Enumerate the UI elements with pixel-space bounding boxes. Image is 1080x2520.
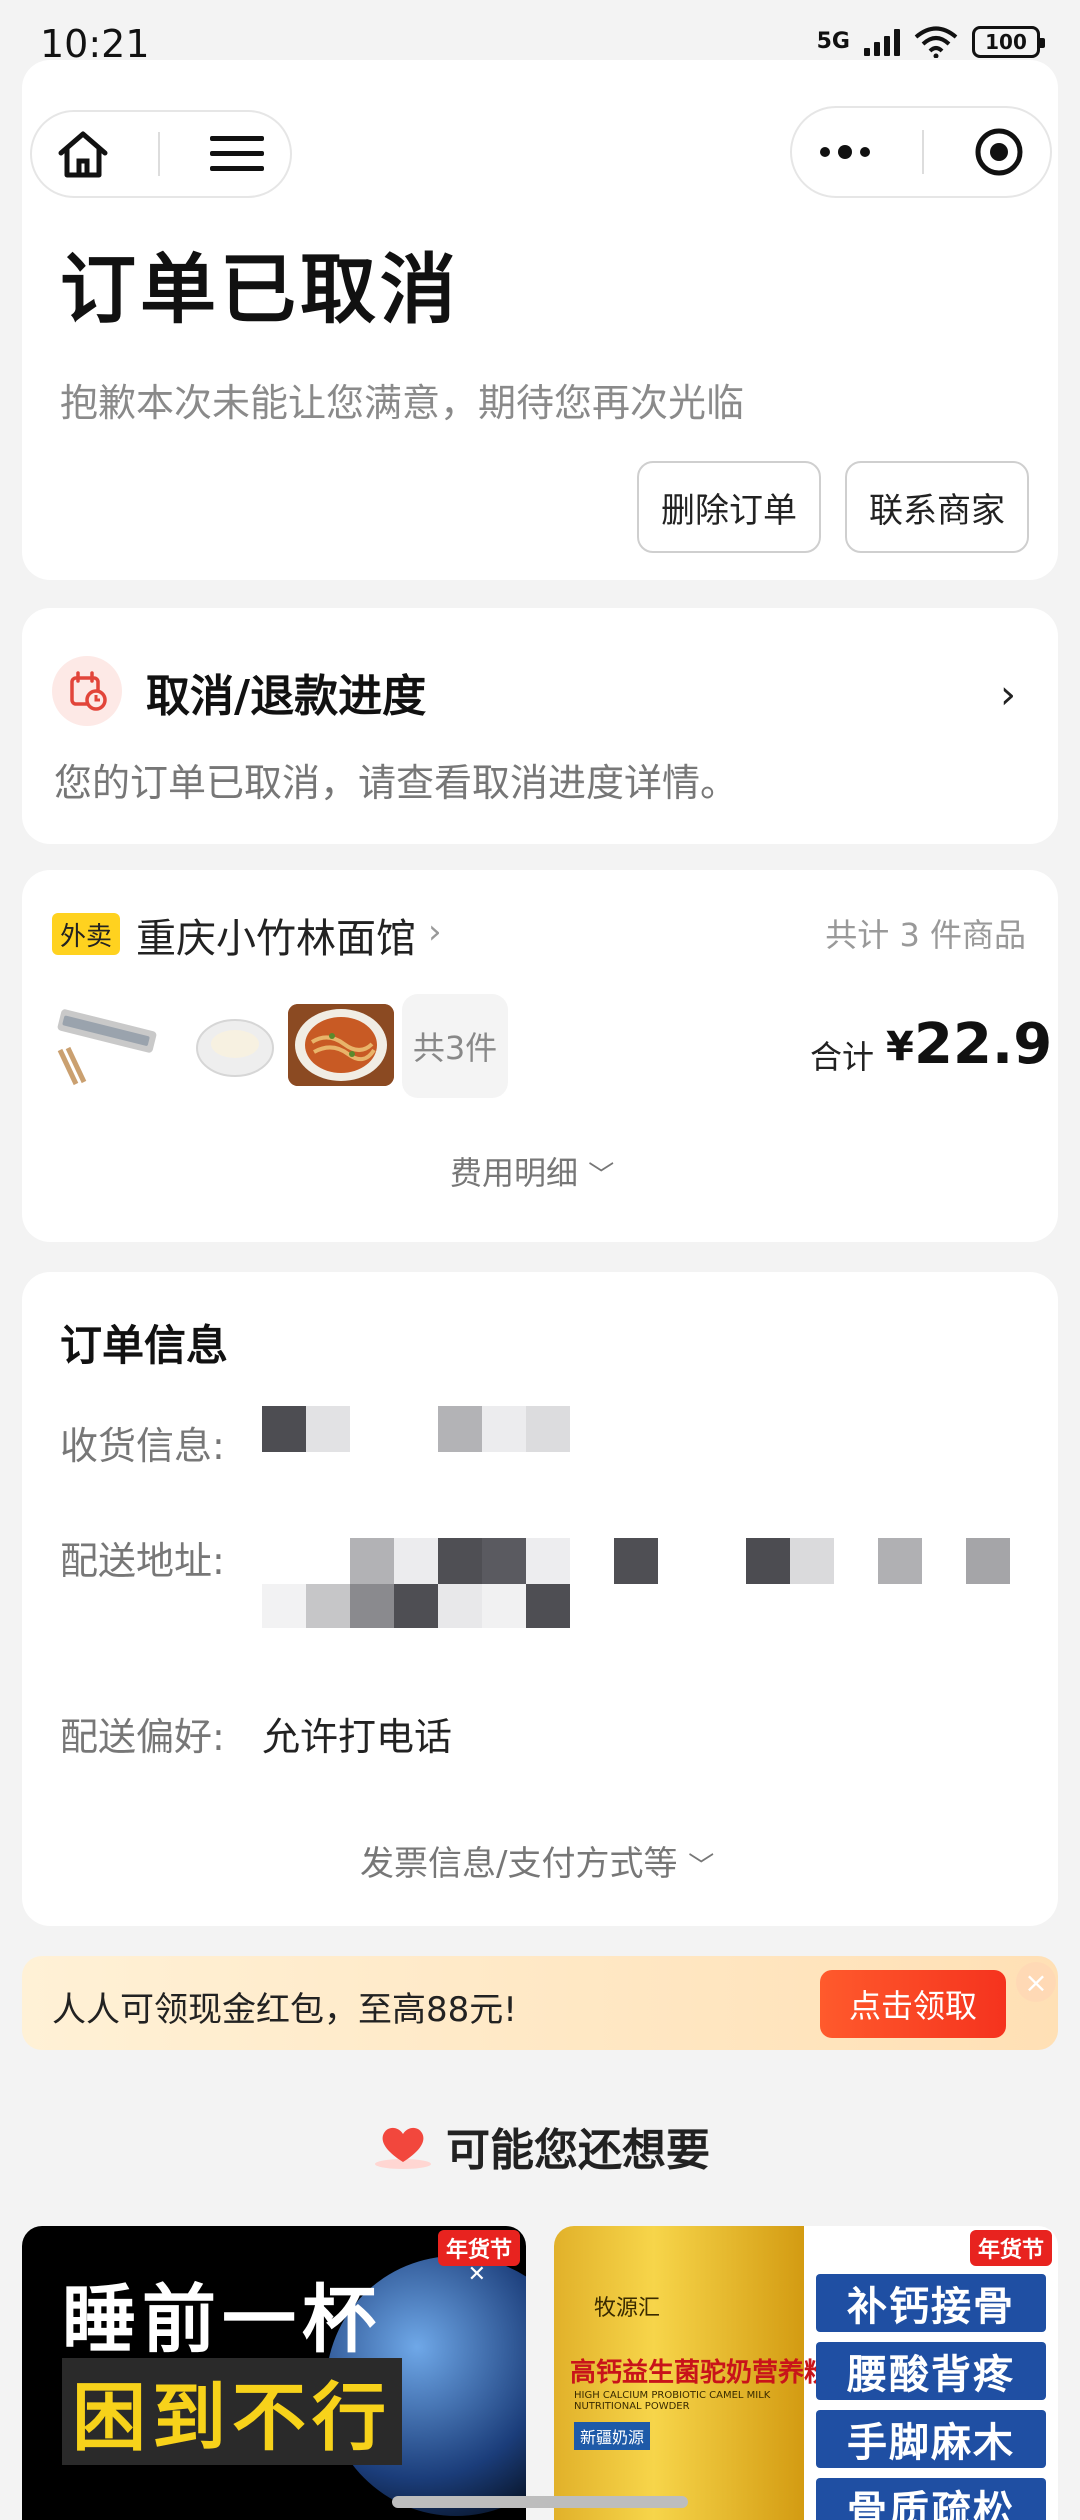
address-pixelated <box>262 1538 1010 1628</box>
nav-capsule-left <box>30 110 292 198</box>
ad-tag: 腰酸背疼 <box>816 2342 1046 2400</box>
fee-detail-label: 费用明细 <box>450 1154 579 1192</box>
capsule-divider <box>921 130 924 174</box>
item-count: 共计 3 件商品 <box>825 916 1026 954</box>
home-icon <box>58 131 108 178</box>
order-info-title: 订单信息 <box>60 1321 229 1370</box>
heart-icon <box>375 2127 431 2169</box>
item-thumbnail-bowl[interactable] <box>182 1004 288 1086</box>
currency-symbol: ¥ <box>886 1024 914 1070</box>
refund-progress-title: 取消/退款进度 <box>146 671 427 722</box>
battery-icon: 100 <box>972 26 1045 58</box>
network-type: 5G <box>816 29 850 54</box>
product-can-image: 牧源汇 高钙益生菌驼奶营养粉 HIGH CALCIUM PROBIOTIC CA… <box>554 2226 830 2520</box>
wifi-icon <box>914 26 958 58</box>
more-button[interactable] <box>817 144 873 160</box>
target-circle-icon <box>975 128 1023 176</box>
ad-badge: 年货节 <box>437 2230 520 2266</box>
delete-order-button[interactable]: 删除订单 <box>637 461 821 553</box>
contact-merchant-button[interactable]: 联系商家 <box>845 461 1029 553</box>
ad-card-left[interactable]: 睡前一杯 困到不行 年货节 ✕ <box>22 2226 526 2520</box>
ad-headline-1: 睡前一杯 <box>62 2277 382 2363</box>
chevron-right-icon: › <box>428 912 442 952</box>
refund-icon <box>52 656 122 726</box>
invoice-payment-label: 发票信息/支付方式等 <box>360 1844 678 1884</box>
order-status-title: 订单已取消 <box>60 245 460 334</box>
menu-button[interactable] <box>208 132 266 176</box>
claim-button[interactable]: 点击领取 <box>820 1970 1006 2038</box>
more-dots-icon <box>819 145 870 159</box>
address-label: 配送地址: <box>60 1539 225 1583</box>
ad-tag: 手脚麻木 <box>816 2410 1046 2468</box>
product-brand: 牧源汇 <box>594 2296 661 2321</box>
total-amount: 22.9 <box>914 1012 1053 1077</box>
product-name-en: HIGH CALCIUM PROBIOTIC CAMEL MILK NUTRIT… <box>574 2390 771 2412</box>
receiver-label: 收货信息: <box>60 1424 225 1468</box>
ad-headline-2: 困到不行 <box>62 2358 402 2465</box>
product-name: 高钙益生菌驼奶营养粉 <box>570 2358 831 2388</box>
preference-label: 配送偏好: <box>60 1715 225 1759</box>
close-icon[interactable]: × <box>1016 1962 1056 2002</box>
home-button[interactable] <box>56 129 110 179</box>
ad-close-icon[interactable]: ✕ <box>468 2262 486 2287</box>
home-indicator[interactable] <box>392 2496 688 2508</box>
refund-progress-card[interactable] <box>22 608 1058 844</box>
menu-icon <box>210 136 264 171</box>
signal-icon <box>864 28 900 56</box>
total-label: 合计 <box>810 1038 875 1076</box>
preference-value: 允许打电话 <box>262 1715 453 1759</box>
receiver-info-pixelated <box>262 1406 570 1452</box>
delivery-tag: 外卖 <box>52 913 121 955</box>
ad-badge: 年货节 <box>969 2230 1052 2266</box>
chevron-right-icon: › <box>1000 672 1016 718</box>
promo-text: 人人可领现金红包，至高88元! <box>52 1990 517 2030</box>
close-miniprogram-button[interactable] <box>973 126 1025 178</box>
ad-card-right[interactable]: 牧源汇 高钙益生菌驼奶营养粉 HIGH CALCIUM PROBIOTIC CA… <box>554 2226 1058 2520</box>
recommend-title: 可能您还想要 <box>446 2125 710 2176</box>
ad-tag: 骨质疏松 <box>816 2478 1046 2520</box>
shop-name[interactable]: 重庆小竹林面馆 <box>136 906 416 964</box>
capsule-divider <box>158 132 160 176</box>
chevron-down-icon: ﹀ <box>688 1852 715 1882</box>
item-thumbnail-chopsticks[interactable] <box>54 1004 160 1086</box>
refund-progress-description: 您的订单已取消，请查看取消进度详情。 <box>54 761 739 805</box>
more-items-button[interactable]: 共3件 <box>402 994 508 1098</box>
item-thumbnail-noodles[interactable] <box>288 1004 394 1086</box>
chevron-down-icon: ﹀ <box>588 1161 615 1191</box>
ad-tag: 补钙接骨 <box>816 2274 1046 2332</box>
order-status-subtitle: 抱歉本次未能让您满意，期待您再次光临 <box>60 381 745 425</box>
status-icons: 5G 100 <box>816 26 1045 58</box>
product-sub: 新疆奶源 <box>574 2422 651 2450</box>
fee-detail-toggle[interactable]: 费用明细 ﹀ <box>450 1148 614 1194</box>
nav-capsule-right <box>790 106 1052 198</box>
invoice-payment-toggle[interactable]: 发票信息/支付方式等 ﹀ <box>360 1836 714 1885</box>
